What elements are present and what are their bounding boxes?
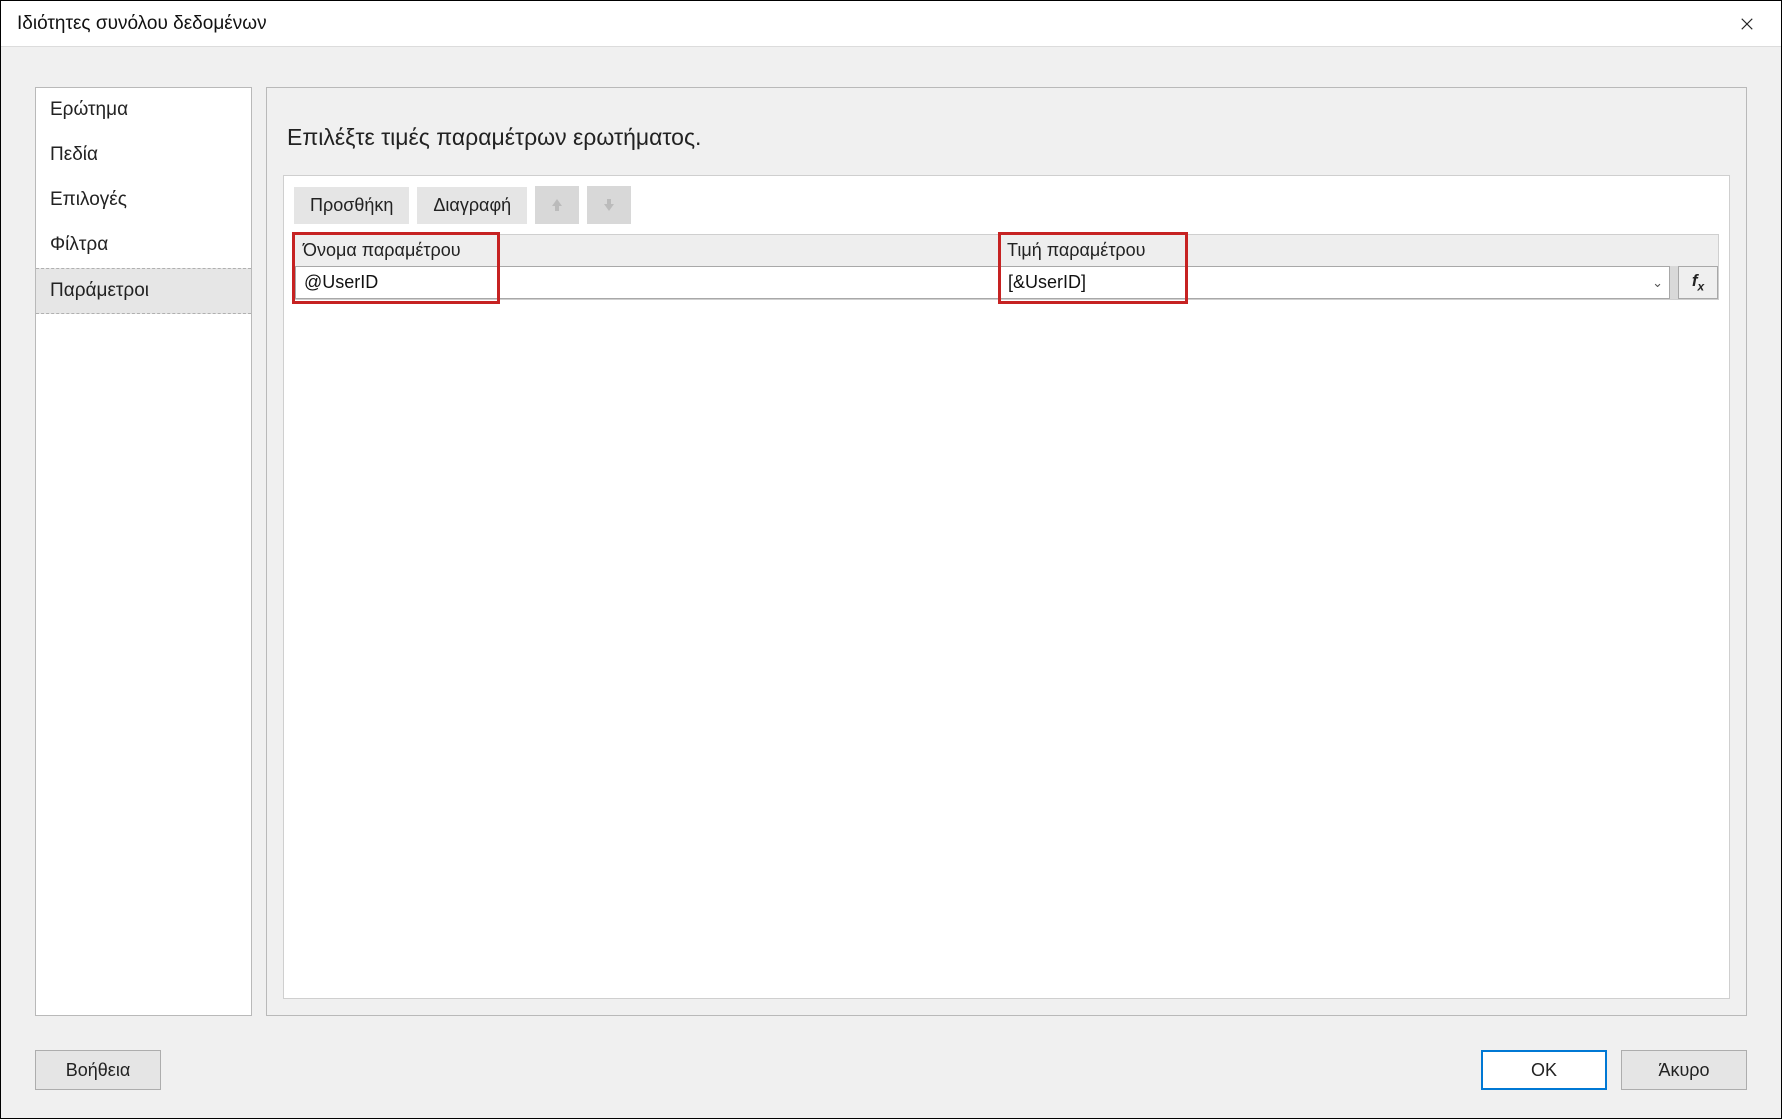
nav-item-fields[interactable]: Πεδία <box>36 133 251 178</box>
param-name-cell[interactable]: @UserID <box>295 266 999 299</box>
param-value-cell[interactable]: [&UserID] ⌄ <box>999 266 1670 299</box>
dataset-properties-dialog: Ιδιότητες συνόλου δεδομένων Ερώτημα Πεδί… <box>0 0 1782 1119</box>
delete-button[interactable]: Διαγραφή <box>417 187 527 224</box>
grid-toolbar: Προσθήκη Διαγραφή <box>294 186 1719 224</box>
chevron-down-icon: ⌄ <box>1652 275 1663 291</box>
footer-left: Βοήθεια <box>35 1050 161 1090</box>
content-panel: Επιλέξτε τιμές παραμέτρων ερωτήματος. Πρ… <box>266 87 1747 1016</box>
grid-header-row: Όνομα παραμέτρου Τιμή παραμέτρου <box>294 234 1719 266</box>
content-heading: Επιλέξτε τιμές παραμέτρων ερωτήματος. <box>267 88 1746 175</box>
grid-container: Προσθήκη Διαγραφή <box>283 175 1730 999</box>
nav-item-parameters[interactable]: Παράμετροι <box>36 268 251 314</box>
nav-panel: Ερώτημα Πεδία Επιλογές Φίλτρα Παράμετροι <box>35 87 252 1016</box>
footer-right: OK Άκυρο <box>1481 1050 1747 1090</box>
dialog-body: Ερώτημα Πεδία Επιλογές Φίλτρα Παράμετροι… <box>1 47 1781 1036</box>
dialog-title: Ιδιότητες συνόλου δεδομένων <box>17 13 267 35</box>
help-button[interactable]: Βοήθεια <box>35 1050 161 1090</box>
add-button[interactable]: Προσθήκη <box>294 187 409 224</box>
expression-button[interactable]: fx <box>1678 266 1718 299</box>
nav-filler <box>36 314 251 1015</box>
move-up-button[interactable] <box>535 186 579 224</box>
ok-button[interactable]: OK <box>1481 1050 1607 1090</box>
nav-item-filters[interactable]: Φίλτρα <box>36 223 251 268</box>
close-button[interactable] <box>1729 6 1765 42</box>
parameters-grid: Όνομα παραμέτρου Τιμή παραμέτρου @UserID… <box>294 234 1719 300</box>
grid-empty-area <box>294 300 1719 988</box>
cancel-button[interactable]: Άκυρο <box>1621 1050 1747 1090</box>
close-icon <box>1740 17 1754 31</box>
titlebar: Ιδιότητες συνόλου δεδομένων <box>1 1 1781 47</box>
grid-header-name[interactable]: Όνομα παραμέτρου <box>295 235 999 266</box>
arrow-up-icon <box>549 197 565 213</box>
move-down-button[interactable] <box>587 186 631 224</box>
dialog-footer: Βοήθεια OK Άκυρο <box>1 1036 1781 1118</box>
arrow-down-icon <box>601 197 617 213</box>
nav-item-query[interactable]: Ερώτημα <box>36 88 251 133</box>
nav-item-options[interactable]: Επιλογές <box>36 178 251 223</box>
grid-header-value[interactable]: Τιμή παραμέτρου <box>999 235 1718 266</box>
param-value-text: [&UserID] <box>1008 272 1086 293</box>
fx-label: fx <box>1692 271 1704 293</box>
value-wrap: [&UserID] ⌄ fx <box>999 266 1718 299</box>
grid-row: @UserID [&UserID] ⌄ fx <box>294 266 1719 300</box>
